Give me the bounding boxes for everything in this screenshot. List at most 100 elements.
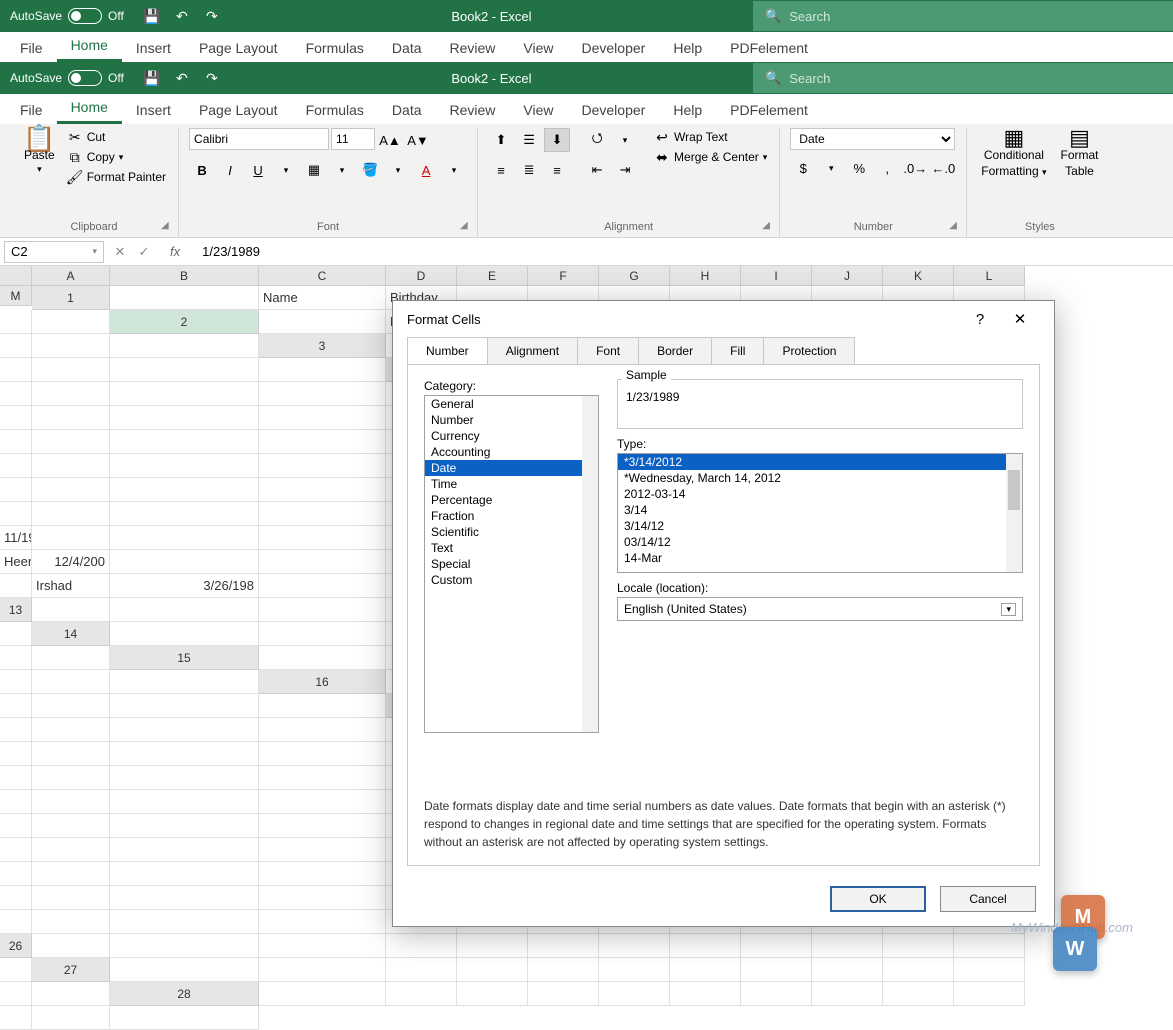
locale-select[interactable]: English (United States)▾ — [617, 597, 1023, 621]
cell[interactable] — [110, 406, 259, 430]
cell[interactable] — [32, 334, 110, 358]
cell[interactable] — [0, 382, 32, 406]
cell[interactable] — [110, 718, 259, 742]
cell[interactable] — [0, 646, 32, 670]
row-header[interactable]: 15 — [110, 646, 259, 670]
menu-data[interactable]: Data — [378, 98, 436, 124]
cell[interactable] — [110, 958, 259, 982]
underline-button[interactable]: U — [245, 158, 271, 182]
category-item[interactable]: Scientific — [425, 524, 598, 540]
cell[interactable] — [0, 430, 32, 454]
type-item[interactable]: 3/14 — [618, 502, 1022, 518]
cut-button[interactable]: ✂Cut — [65, 128, 168, 146]
bold-button[interactable]: B — [189, 158, 215, 182]
cell[interactable] — [812, 982, 883, 1006]
cell[interactable] — [110, 526, 259, 550]
cell[interactable] — [32, 1006, 110, 1030]
align-bottom-icon[interactable]: ⬇ — [544, 128, 570, 152]
cell[interactable] — [32, 358, 110, 382]
category-item[interactable]: Text — [425, 540, 598, 556]
formula-input[interactable]: 1/23/1989 — [194, 244, 1173, 259]
fill-color-button[interactable]: 🪣 — [357, 158, 383, 182]
cell[interactable] — [954, 958, 1025, 982]
cell[interactable] — [259, 598, 386, 622]
cell[interactable] — [259, 742, 386, 766]
chevron-down-icon[interactable]: ▾ — [385, 158, 411, 182]
enter-formula-icon[interactable]: ✓ — [132, 244, 156, 260]
cell[interactable] — [32, 982, 110, 1006]
cell[interactable] — [0, 958, 32, 982]
redo-icon[interactable]: ↷ — [204, 8, 220, 24]
type-item[interactable]: 03/14/12 — [618, 534, 1022, 550]
col-header[interactable]: F — [528, 266, 599, 286]
cell[interactable] — [741, 934, 812, 958]
cell[interactable] — [259, 550, 386, 574]
cell[interactable] — [599, 982, 670, 1006]
increase-font-icon[interactable]: A▲ — [377, 128, 403, 152]
cell[interactable] — [670, 934, 741, 958]
category-item[interactable]: Percentage — [425, 492, 598, 508]
menu-file[interactable]: File — [6, 36, 57, 62]
row-header[interactable]: 26 — [0, 934, 32, 958]
undo-icon[interactable]: ↶ — [174, 8, 190, 24]
category-list[interactable]: GeneralNumberCurrencyAccountingDateTimeP… — [424, 395, 599, 733]
col-header[interactable]: L — [954, 266, 1025, 286]
cell[interactable] — [32, 838, 110, 862]
cell[interactable] — [0, 718, 32, 742]
cell[interactable] — [0, 1006, 32, 1030]
cell[interactable] — [110, 550, 259, 574]
autosave-toggle[interactable]: AutoSave Off — [0, 8, 134, 24]
cell[interactable] — [32, 814, 110, 838]
cell[interactable] — [110, 430, 259, 454]
dialog-launcher-icon[interactable]: ◢ — [161, 220, 175, 234]
save-icon[interactable]: 💾 — [144, 70, 160, 86]
cell[interactable] — [386, 982, 457, 1006]
type-list[interactable]: *3/14/2012*Wednesday, March 14, 20122012… — [617, 453, 1023, 573]
cell[interactable] — [0, 814, 32, 838]
col-header[interactable]: B — [110, 266, 259, 286]
cell[interactable] — [259, 814, 386, 838]
category-item[interactable]: General — [425, 396, 598, 412]
dialog-tab-border[interactable]: Border — [638, 337, 712, 364]
format-table-button[interactable]: ▤ Format Table — [1057, 128, 1103, 180]
row-header[interactable]: 13 — [0, 598, 32, 622]
col-header[interactable]: E — [457, 266, 528, 286]
cell[interactable] — [32, 454, 110, 478]
category-item[interactable]: Time — [425, 476, 598, 492]
cell[interactable] — [0, 478, 32, 502]
scrollbar[interactable] — [1006, 454, 1022, 572]
font-name-input[interactable] — [189, 128, 329, 150]
autosave-toggle[interactable]: AutoSave Off — [0, 70, 134, 86]
cell[interactable] — [32, 430, 110, 454]
cell[interactable] — [32, 598, 110, 622]
category-item[interactable]: Number — [425, 412, 598, 428]
cell[interactable] — [110, 286, 259, 310]
cell[interactable] — [32, 934, 110, 958]
cell[interactable]: Irshad — [32, 574, 110, 598]
cell[interactable] — [110, 334, 259, 358]
cell[interactable] — [0, 454, 32, 478]
cell[interactable] — [0, 790, 32, 814]
font-color-button[interactable]: A — [413, 158, 439, 182]
col-header[interactable]: J — [812, 266, 883, 286]
cell[interactable] — [0, 670, 32, 694]
cell[interactable] — [110, 598, 259, 622]
category-item[interactable]: Custom — [425, 572, 598, 588]
cell[interactable] — [457, 982, 528, 1006]
menu-pdfelement[interactable]: PDFelement — [716, 36, 822, 62]
cell[interactable] — [110, 694, 259, 718]
cell[interactable] — [110, 622, 259, 646]
menu-home[interactable]: Home — [57, 33, 122, 62]
chevron-down-icon[interactable]: ▾ — [612, 128, 638, 152]
comma-icon[interactable]: , — [874, 156, 900, 180]
fx-icon[interactable]: fx — [156, 244, 194, 259]
copy-button[interactable]: ⧉Copy▾ — [65, 148, 168, 166]
col-header[interactable]: C — [259, 266, 386, 286]
menu-data[interactable]: Data — [378, 36, 436, 62]
close-button[interactable]: ✕ — [1000, 310, 1040, 328]
cell[interactable] — [110, 670, 259, 694]
chevron-down-icon[interactable]: ▾ — [329, 158, 355, 182]
dialog-launcher-icon[interactable]: ◢ — [949, 220, 963, 234]
number-format-select[interactable]: Date — [790, 128, 955, 150]
cell[interactable] — [32, 694, 110, 718]
